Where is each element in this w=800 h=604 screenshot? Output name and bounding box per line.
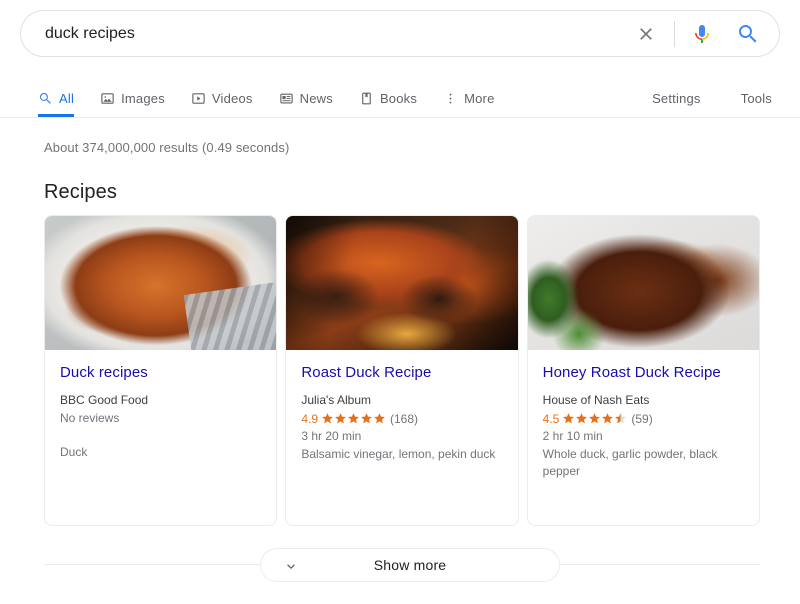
- star-icon: [602, 413, 614, 424]
- rating-value: 4.9: [301, 411, 319, 426]
- review-count: (168): [390, 411, 419, 426]
- recipe-no-reviews: No reviews: [60, 411, 120, 425]
- star-icon: [361, 413, 372, 424]
- clear-search-button[interactable]: [632, 20, 660, 48]
- nav-divider-line: [0, 117, 800, 118]
- tab-more[interactable]: More: [443, 80, 494, 117]
- image-icon: [100, 91, 115, 106]
- show-more-button[interactable]: Show more: [260, 548, 560, 582]
- search-bar-actions: [632, 11, 779, 56]
- close-icon: [640, 27, 652, 40]
- active-tab-underline: [38, 114, 75, 117]
- show-more-label: Show more: [373, 557, 447, 573]
- recipe-title[interactable]: Roast Duck Recipe: [301, 363, 502, 383]
- search-icon: [38, 91, 53, 106]
- recipe-time: 2 hr 10 min: [542, 429, 603, 443]
- tab-label: More: [464, 90, 495, 106]
- recipe-card-body: Honey Roast Duck Recipe House of Nash Ea…: [528, 350, 759, 490]
- more-vertical-icon: [443, 91, 458, 106]
- recipe-card[interactable]: Roast Duck Recipe Julia's Album 4.9 (168…: [285, 215, 519, 526]
- search-input[interactable]: [21, 11, 632, 56]
- tab-images[interactable]: Images: [100, 80, 165, 117]
- google-search-results-page: All Images: [0, 0, 800, 604]
- show-more-section: Show more: [0, 548, 800, 582]
- voice-search-button[interactable]: [689, 21, 715, 47]
- tab-videos[interactable]: Videos: [191, 80, 253, 117]
- tab-books[interactable]: Books: [359, 80, 417, 117]
- star-icon: [374, 413, 385, 424]
- recipe-rating: 4.9 (168): [301, 410, 502, 427]
- recipe-ingredients: Balsamic vinegar, lemon, pekin duck: [301, 447, 496, 461]
- tab-label: News: [299, 90, 333, 106]
- recipes-section-title: Recipes: [44, 181, 117, 203]
- settings-button[interactable]: Settings: [652, 91, 701, 106]
- recipe-time-placeholder: [60, 427, 261, 444]
- recipe-title[interactable]: Honey Roast Duck Recipe: [543, 363, 744, 383]
- rating-value: 4.5: [542, 411, 560, 426]
- review-count: (59): [631, 411, 653, 426]
- recipe-source: Julia's Album: [301, 393, 371, 407]
- tab-news[interactable]: News: [279, 80, 333, 117]
- recipe-image: [286, 216, 518, 350]
- search-submit-button[interactable]: [735, 21, 761, 47]
- chevron-down-icon: [283, 559, 299, 580]
- tab-label: Images: [121, 90, 165, 106]
- tab-label: Books: [379, 90, 418, 106]
- recipe-cards-carousel: Duck recipes BBC Good Food No reviews Du…: [44, 215, 760, 526]
- search-bar-divider: [674, 20, 675, 47]
- recipe-card[interactable]: Duck recipes BBC Good Food No reviews Du…: [44, 215, 278, 526]
- tab-label: Videos: [211, 90, 253, 106]
- recipe-card-body: Duck recipes BBC Good Food No reviews Du…: [45, 350, 276, 471]
- star-icon: [335, 413, 346, 424]
- video-icon: [191, 91, 206, 106]
- recipe-image: [527, 216, 759, 350]
- star-icon: [589, 413, 601, 424]
- recipe-ingredients: Duck: [60, 445, 88, 459]
- tab-label: All: [59, 90, 75, 106]
- book-icon: [359, 91, 374, 106]
- tools-button[interactable]: Tools: [741, 91, 772, 106]
- star-icon: [348, 413, 359, 424]
- star-rating-icons: [562, 412, 627, 425]
- tab-all[interactable]: All: [38, 80, 75, 117]
- recipe-card[interactable]: Honey Roast Duck Recipe House of Nash Ea…: [526, 215, 760, 526]
- star-icon: [615, 413, 627, 424]
- star-icon: [563, 413, 575, 424]
- search-icon: [739, 24, 757, 42]
- search-bar: [20, 10, 780, 57]
- result-stats: About 374,000,000 results (0.49 seconds): [44, 140, 290, 155]
- recipe-ingredients: Whole duck, garlic powder, black pepper: [542, 447, 718, 478]
- recipe-title[interactable]: Duck recipes: [60, 363, 261, 383]
- recipe-image: [45, 216, 277, 350]
- news-icon: [279, 91, 294, 106]
- recipe-source: House of Nash Eats: [542, 393, 650, 407]
- star-icon: [576, 413, 588, 424]
- recipe-time: 3 hr 20 min: [301, 429, 362, 443]
- search-nav-bar: All Images Videos News Books More Settin…: [0, 80, 800, 119]
- microphone-icon: [695, 24, 709, 43]
- recipe-rating: 4.5 (59): [543, 410, 744, 427]
- star-rating-icons: [321, 412, 386, 425]
- nav-right-tools: Settings Tools: [612, 80, 772, 117]
- recipe-card-body: Roast Duck Recipe Julia's Album 4.9 (168…: [286, 350, 517, 473]
- nav-tabs: All Images Videos News Books More: [38, 80, 521, 117]
- recipe-source: BBC Good Food: [60, 393, 149, 407]
- star-icon: [322, 413, 333, 424]
